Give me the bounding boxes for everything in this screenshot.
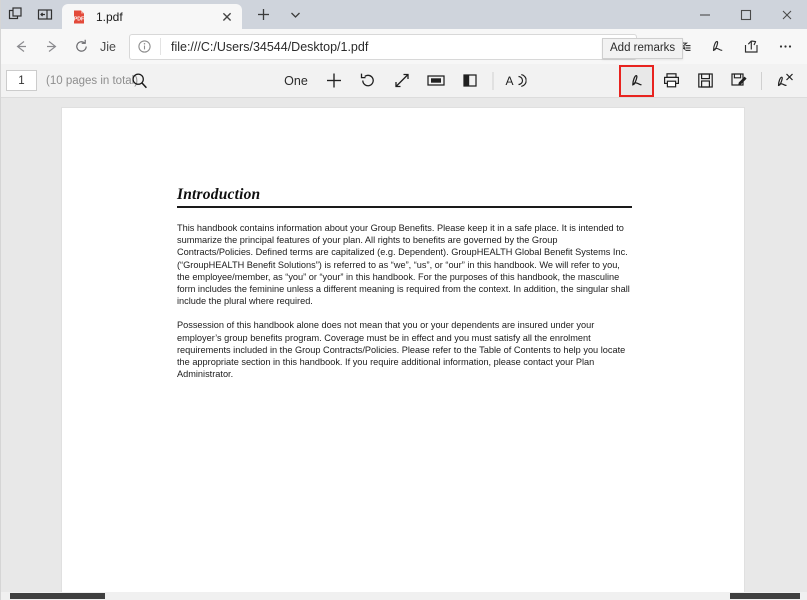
svg-text:PDF: PDF: [74, 16, 84, 22]
pdf-file-icon: PDF: [71, 9, 87, 25]
draw-ink-button[interactable]: [619, 64, 654, 97]
navbar-right-buttons: [667, 32, 801, 62]
page-number-input[interactable]: 1: [6, 70, 37, 91]
pdf-toolbar: 1 (10 pages in total) One A: [0, 64, 807, 98]
window-controls: [684, 0, 807, 29]
pdf-page-content: Introduction This handbook contains info…: [177, 186, 632, 392]
forward-button[interactable]: [36, 32, 66, 62]
more-options-button[interactable]: [769, 32, 801, 62]
tab-actions-group: [0, 0, 59, 29]
tab-close-button[interactable]: ✕: [218, 8, 236, 26]
tooltip: Add remarks: [602, 38, 684, 59]
share-icon[interactable]: [735, 32, 767, 62]
toolbar-divider: [492, 71, 493, 90]
address-bar-input[interactable]: file:///C:/Users/34544/Desktop/1.pdf: [161, 40, 636, 54]
print-icon[interactable]: [654, 66, 688, 96]
document-paragraph: Possession of this handbook alone does n…: [177, 320, 626, 380]
maximize-button[interactable]: [725, 0, 766, 29]
pdf-toolbar-right-group: [619, 64, 807, 97]
rotate-icon[interactable]: [351, 66, 385, 96]
tabstrip-buttons: [242, 0, 308, 29]
refresh-button[interactable]: [66, 32, 96, 62]
erase-ink-icon[interactable]: [767, 66, 801, 96]
document-heading: Introduction: [177, 186, 261, 203]
draw-ink-icon: [632, 74, 642, 86]
scrollbar-thumb-right[interactable]: [730, 593, 800, 599]
close-button[interactable]: [766, 0, 807, 29]
info-circle-icon[interactable]: [130, 39, 160, 54]
home-profile-label[interactable]: Jie: [96, 40, 127, 54]
vertical-tabs-icon[interactable]: [37, 6, 54, 23]
read-aloud-icon[interactable]: A: [498, 66, 532, 96]
address-bar[interactable]: file:///C:/Users/34544/Desktop/1.pdf: [128, 33, 637, 60]
save-as-icon[interactable]: [722, 66, 756, 96]
minimize-button[interactable]: [684, 0, 725, 29]
new-tab-button[interactable]: [250, 2, 276, 28]
tab-menu-chevron-down-icon[interactable]: [282, 2, 308, 28]
back-button[interactable]: [6, 32, 36, 62]
page-total-label: (10 pages in total): [46, 72, 147, 88]
fit-to-width-icon[interactable]: [385, 66, 419, 96]
tab-actions-icon[interactable]: [7, 6, 24, 23]
navigation-bar: Jie file:///C:/Users/34544/Desktop/1.pdf: [0, 29, 807, 64]
browser-tab[interactable]: PDF 1.pdf ✕: [62, 4, 242, 29]
fit-to-page-icon[interactable]: [419, 66, 453, 96]
tab-title: 1.pdf: [96, 9, 123, 24]
svg-text:A: A: [505, 74, 513, 88]
zoom-in-button[interactable]: [317, 66, 351, 96]
pdf-page: Introduction This handbook contains info…: [62, 108, 744, 592]
pdf-toolbar-center-group: One A: [275, 66, 532, 96]
two-page-view-icon[interactable]: [453, 66, 487, 96]
scrollbar-thumb-left[interactable]: [10, 593, 105, 599]
save-icon[interactable]: [688, 66, 722, 96]
pdf-viewer[interactable]: Introduction This handbook contains info…: [0, 98, 807, 592]
heading-rule: [177, 206, 632, 208]
horizontal-scrollbar[interactable]: [0, 592, 807, 600]
page-view-button[interactable]: One: [275, 66, 317, 96]
document-paragraph: This handbook contains information about…: [177, 223, 630, 307]
edge-browser-window: PDF 1.pdf ✕ Jie file:///C:/Users/34544/D…: [0, 0, 807, 600]
window-left-border: [0, 0, 1, 600]
collections-pen-icon[interactable]: [701, 32, 733, 62]
toolbar-divider-right: [761, 71, 762, 90]
search-icon[interactable]: [130, 71, 150, 94]
page-total-text: (10 pages in total): [46, 74, 139, 87]
title-bar: PDF 1.pdf ✕: [0, 0, 807, 29]
